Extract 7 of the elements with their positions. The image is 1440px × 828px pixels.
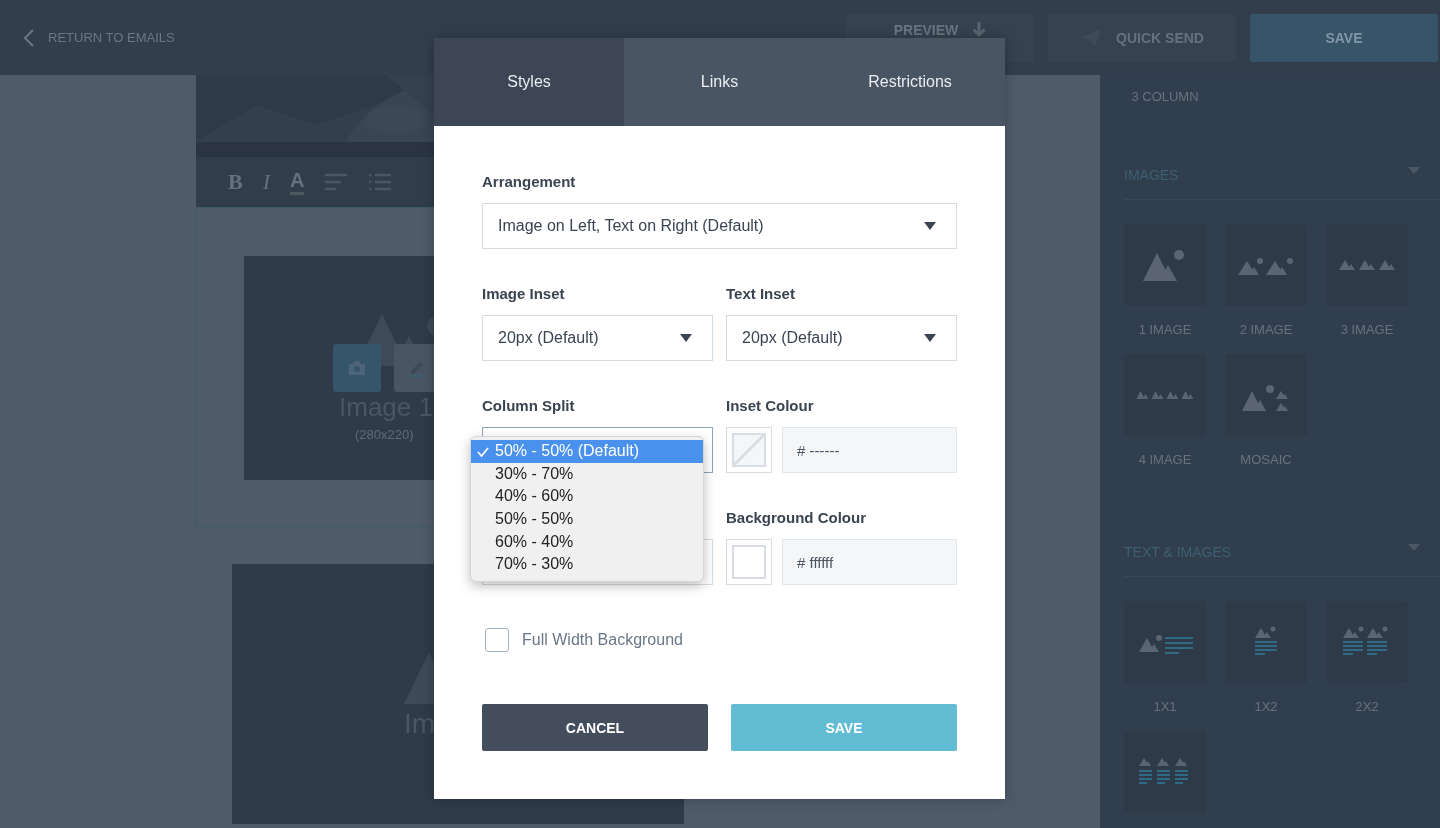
field-label: Column Split xyxy=(482,396,576,416)
field-label: Background Colour xyxy=(726,508,867,528)
field-label: Inset Colour xyxy=(726,396,815,416)
checkbox-label: Full Width Background xyxy=(522,631,683,649)
field-label: Image Inset xyxy=(482,284,566,304)
field-label: Arrangement xyxy=(482,172,577,192)
field-label: Text Inset xyxy=(726,284,796,304)
